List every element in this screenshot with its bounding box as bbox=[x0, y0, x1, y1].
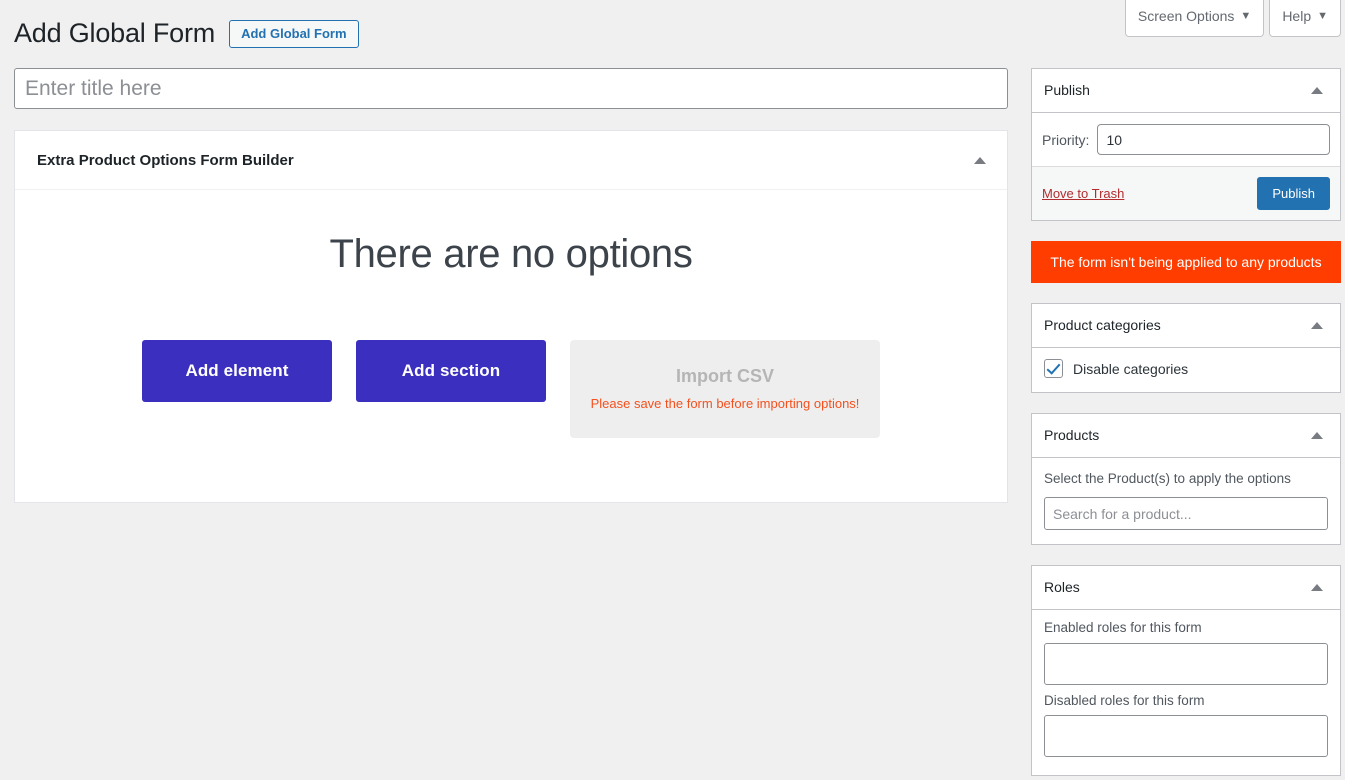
form-builder-panel-title: Extra Product Options Form Builder bbox=[37, 151, 294, 169]
screen-options-button[interactable]: Screen Options ▼ bbox=[1124, 0, 1265, 37]
product-search-input[interactable] bbox=[1044, 497, 1328, 531]
form-builder-body: There are no options Add element Add sec… bbox=[15, 190, 1007, 502]
publish-box-collapse-toggle[interactable] bbox=[1302, 76, 1332, 106]
help-label: Help bbox=[1282, 8, 1312, 24]
products-box-body: Select the Product(s) to apply the optio… bbox=[1032, 458, 1340, 544]
form-builder-panel: Extra Product Options Form Builder There… bbox=[14, 130, 1008, 503]
chevron-up-icon bbox=[974, 156, 986, 164]
enabled-roles-label: Enabled roles for this form bbox=[1044, 620, 1202, 636]
page-header: Add Global Form Add Global Form bbox=[14, 16, 359, 51]
publish-button[interactable]: Publish bbox=[1257, 177, 1330, 210]
disabled-roles-label: Disabled roles for this form bbox=[1044, 692, 1205, 708]
roles-box-title: Roles bbox=[1044, 579, 1080, 596]
import-csv-note: Please save the form before importing op… bbox=[590, 396, 860, 412]
disable-categories-label: Disable categories bbox=[1073, 360, 1189, 377]
priority-label: Priority: bbox=[1042, 131, 1090, 148]
disable-categories-row[interactable]: Disable categories bbox=[1044, 359, 1328, 379]
chevron-up-icon bbox=[1311, 322, 1323, 330]
page-title: Add Global Form bbox=[14, 18, 216, 48]
empty-state-message: There are no options bbox=[329, 232, 693, 276]
publish-box-title: Publish bbox=[1044, 81, 1090, 98]
priority-input[interactable] bbox=[1097, 124, 1330, 155]
roles-box: Roles Enabled roles for this form Disabl… bbox=[1031, 565, 1341, 776]
disable-categories-checkbox[interactable] bbox=[1044, 359, 1063, 379]
sidebar-column: Publish Priority: Move to Trash Publish … bbox=[1031, 68, 1341, 780]
disabled-roles-select[interactable] bbox=[1044, 714, 1328, 757]
chevron-up-icon bbox=[1311, 432, 1323, 440]
publish-box: Publish Priority: Move to Trash Publish bbox=[1031, 68, 1341, 221]
add-section-button[interactable]: Add section bbox=[356, 340, 546, 402]
roles-box-collapse-toggle[interactable] bbox=[1302, 573, 1332, 603]
product-categories-title: Product categories bbox=[1044, 316, 1161, 333]
main-content-column: Extra Product Options Form Builder There… bbox=[14, 68, 1008, 503]
add-element-button[interactable]: Add element bbox=[142, 340, 332, 402]
no-products-warning-banner: The form isn't being applied to any prod… bbox=[1031, 241, 1341, 284]
screen-meta-links: Screen Options ▼ Help ▼ bbox=[1124, 0, 1341, 37]
publish-box-body: Priority: bbox=[1032, 113, 1340, 166]
products-description: Select the Product(s) to apply the optio… bbox=[1044, 471, 1291, 487]
publish-box-header: Publish bbox=[1032, 69, 1340, 113]
chevron-down-icon: ▼ bbox=[1240, 10, 1252, 23]
roles-box-header: Roles bbox=[1032, 566, 1340, 611]
add-global-form-button[interactable]: Add Global Form bbox=[229, 19, 359, 48]
products-box-collapse-toggle[interactable] bbox=[1302, 421, 1332, 451]
products-box: Products Select the Product(s) to apply … bbox=[1031, 413, 1341, 546]
product-categories-box: Product categories Disable categories bbox=[1031, 303, 1341, 394]
panel-collapse-toggle[interactable] bbox=[965, 145, 995, 175]
products-box-title: Products bbox=[1044, 426, 1100, 443]
product-categories-collapse-toggle[interactable] bbox=[1302, 311, 1332, 341]
chevron-up-icon bbox=[1311, 584, 1323, 592]
roles-box-body: Enabled roles for this form Disabled rol… bbox=[1032, 610, 1340, 775]
products-box-header: Products bbox=[1032, 414, 1340, 459]
form-builder-panel-header: Extra Product Options Form Builder bbox=[15, 131, 1007, 190]
publish-box-footer: Move to Trash Publish bbox=[1032, 166, 1340, 220]
builder-actions-row: Add element Add section Import CSV Pleas… bbox=[15, 340, 1007, 438]
help-button[interactable]: Help ▼ bbox=[1269, 0, 1341, 37]
chevron-up-icon bbox=[1311, 87, 1323, 94]
wp-admin-page: Screen Options ▼ Help ▼ Add Global Form … bbox=[0, 0, 1345, 780]
import-csv-box[interactable]: Import CSV Please save the form before i… bbox=[570, 340, 880, 438]
import-csv-title: Import CSV bbox=[675, 365, 774, 386]
chevron-down-icon: ▼ bbox=[1317, 10, 1328, 23]
move-to-trash-link[interactable]: Move to Trash bbox=[1042, 186, 1124, 201]
screen-options-label: Screen Options bbox=[1137, 8, 1235, 24]
product-categories-body: Disable categories bbox=[1032, 348, 1340, 392]
post-title-input[interactable] bbox=[14, 68, 1008, 109]
product-categories-header: Product categories bbox=[1032, 304, 1340, 349]
enabled-roles-select[interactable] bbox=[1044, 642, 1328, 685]
